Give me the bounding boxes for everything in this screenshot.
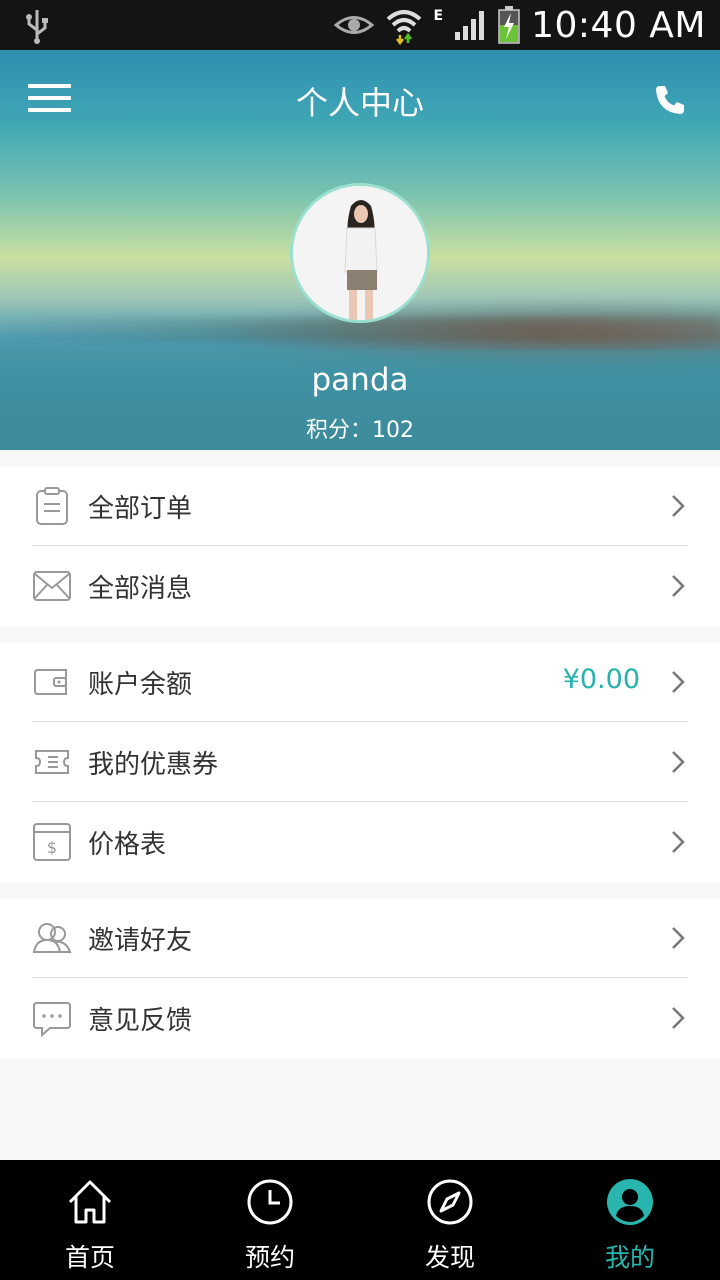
chevron-right-icon [672,751,685,773]
avatar-photo [293,186,427,320]
chevron-right-icon [672,831,685,853]
wallet-icon [34,669,67,695]
points-text: 积分：102 [306,418,414,443]
menu-item-label: 账户余额 [88,670,193,700]
menu-item-balance[interactable]: 账户余额 ¥0.00 [0,642,720,722]
chevron-right-icon [672,575,685,597]
menu-group-social: 邀请好友 意见反馈 [0,898,720,1058]
menu-item-price-list[interactable]: $ 价格表 [0,802,720,882]
menu-item-invite-friends[interactable]: 邀请好友 [0,898,720,978]
menu-item-all-messages[interactable]: 全部消息 [0,546,720,626]
usb-icon [26,10,48,44]
bottom-tab-bar: 首页 预约 发现 我的 [0,1160,720,1280]
menu-item-label: 全部消息 [88,574,193,604]
network-type: E [433,8,444,24]
username: panda [311,362,409,398]
balance-value: ¥0.00 [562,664,640,695]
chevron-right-icon [672,1007,685,1029]
tab-booking[interactable]: 预约 [180,1160,360,1280]
menu-item-label: 邀请好友 [88,926,193,956]
signal-icon [455,11,485,40]
menu-item-label: 我的优惠券 [88,750,219,780]
eye-icon [333,16,374,34]
menu-item-label: 价格表 [88,830,167,860]
battery-icon [498,6,520,44]
chevron-right-icon [672,671,685,693]
chevron-right-icon [672,927,685,949]
wifi-icon [386,10,421,45]
compass-icon [427,1179,473,1225]
menu-group-account: 账户余额 ¥0.00 我的优惠券 $ 价格表 [0,642,720,882]
tab-label: 我的 [604,1243,655,1272]
menu-item-coupons[interactable]: 我的优惠券 [0,722,720,802]
phone-icon[interactable] [654,84,686,116]
coupon-icon [35,750,69,774]
tab-label: 首页 [64,1243,115,1272]
chevron-right-icon [672,495,685,517]
page-title: 个人中心 [295,84,424,122]
clipboard-icon [36,487,68,525]
friends-icon [32,923,72,953]
home-icon [68,1180,112,1224]
tab-discover[interactable]: 发现 [360,1160,540,1280]
menu-item-all-orders[interactable]: 全部订单 [0,466,720,546]
clock-icon [247,1179,293,1225]
menu-item-label: 全部订单 [88,494,193,524]
chat-bubble-icon [33,1002,71,1038]
svg-text:$: $ [47,838,57,857]
profile-header: 个人中心 panda 积分：102 [0,50,720,450]
tab-mine[interactable]: 我的 [540,1160,720,1280]
menu-item-feedback[interactable]: 意见反馈 [0,978,720,1058]
tab-label: 发现 [424,1243,475,1272]
status-bar: E 10:40 AM [0,0,720,50]
status-time: 10:40 AM [531,4,706,46]
avatar[interactable] [290,183,430,323]
menu-group-orders: 全部订单 全部消息 [0,466,720,626]
tab-label: 预约 [244,1243,295,1272]
user-icon [607,1179,653,1225]
price-list-icon: $ [33,823,71,861]
tab-home[interactable]: 首页 [0,1160,180,1280]
menu-item-label: 意见反馈 [88,1006,193,1036]
envelope-icon [33,571,71,601]
